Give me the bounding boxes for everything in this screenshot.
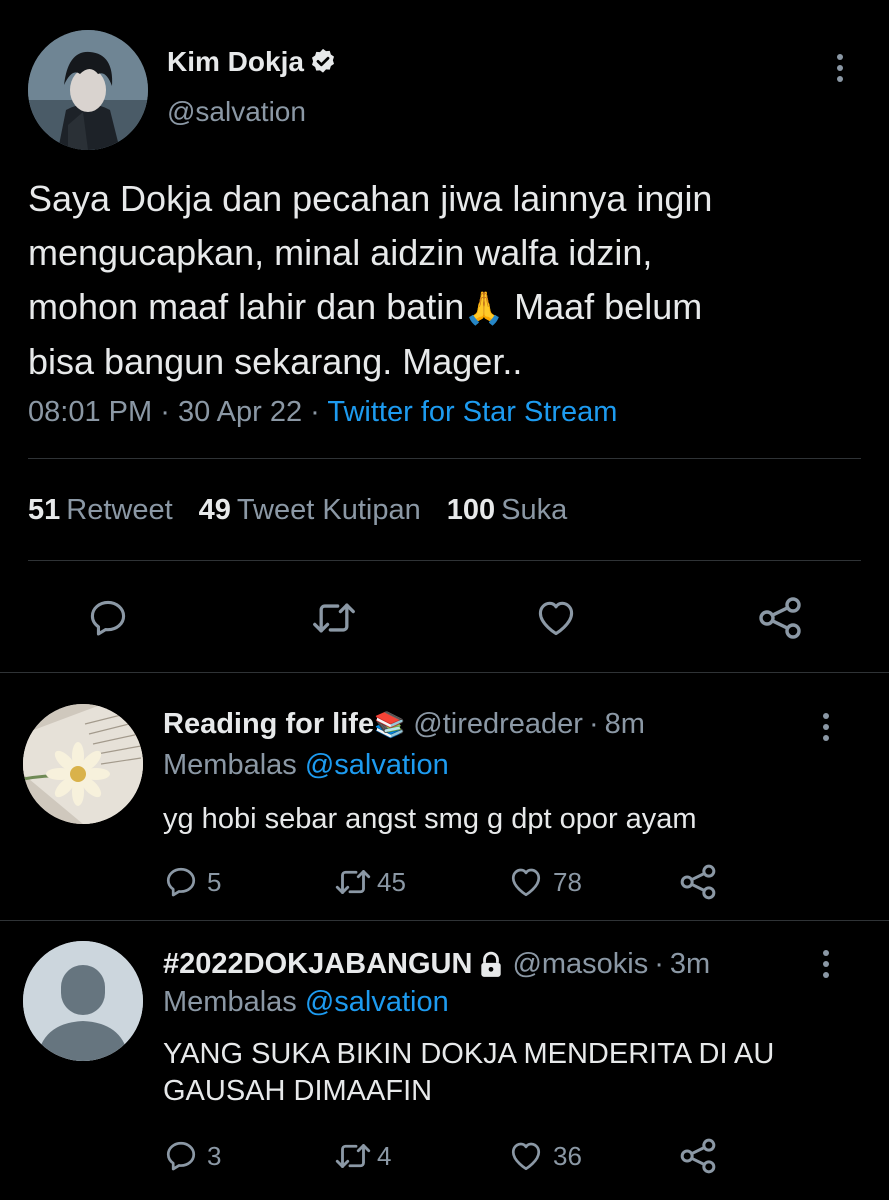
author-name-row: Kim Dokja [167, 46, 338, 78]
reply-time: 8m [604, 708, 645, 740]
books-emoji: 📚 [374, 711, 406, 739]
quotes-count[interactable]: 49 [199, 494, 231, 526]
retweet-button[interactable]: 4 [333, 1138, 391, 1174]
retweet-count: 45 [377, 866, 406, 897]
pray-emoji: 🙏 [464, 290, 505, 326]
reply-button[interactable]: 3 [163, 1138, 221, 1174]
like-icon [511, 1142, 541, 1171]
retweet-icon [335, 870, 371, 894]
share-icon [680, 864, 716, 900]
reply-header: #2022DOKJABANGUN @masokis · 3m [163, 948, 710, 981]
meta-separator: · [160, 396, 170, 428]
retweet-icon [335, 1144, 371, 1168]
tweet-time: 08:01 PM [28, 396, 153, 428]
share-button[interactable] [678, 1136, 718, 1176]
reply-button[interactable]: 5 [163, 864, 221, 900]
reply-author-name[interactable]: #2022DOKJABANGUN [163, 948, 472, 981]
reply-icon [166, 867, 196, 897]
replying-to-handle[interactable]: @salvation [305, 986, 449, 1018]
tweet-stats: 51 Retweet 49 Tweet Kutipan 100 Suka [28, 494, 573, 527]
divider [28, 560, 861, 561]
retweets-label[interactable]: Retweet [66, 494, 172, 526]
like-icon [511, 868, 541, 897]
likes-label[interactable]: Suka [501, 494, 567, 526]
reply-button[interactable] [86, 596, 130, 640]
divider [28, 458, 861, 459]
verified-icon [308, 47, 338, 77]
reply-text-line: yg hobi sebar angst smg g dpt opor ayam [163, 803, 697, 835]
like-count: 36 [553, 1140, 582, 1171]
replying-to-prefix: Membalas [163, 749, 297, 781]
tweet-text-line: mengucapkan, minal aidzin walfa idzin, [28, 232, 653, 273]
author-handle[interactable]: @salvation [167, 96, 306, 128]
tweet-text-line: mohon maaf lahir dan batin🙏 Maaf belum [28, 280, 868, 335]
reply-author-handle[interactable]: @tiredreader [413, 708, 583, 740]
divider [0, 672, 889, 673]
divider [0, 920, 889, 921]
reply-avatar[interactable] [23, 941, 143, 1061]
retweet-button[interactable] [309, 596, 359, 640]
retweet-button[interactable]: 45 [333, 864, 406, 900]
reply-avatar[interactable] [23, 704, 143, 824]
author-name[interactable]: Kim Dokja [167, 46, 304, 78]
like-icon [538, 601, 574, 636]
tweet-text: Saya Dokja dan pecahan jiwa lainnya ingi… [28, 172, 868, 389]
replying-to-prefix: Membalas [163, 986, 297, 1018]
tweet-text-line: Saya Dokja dan pecahan jiwa lainnya ingi… [28, 178, 713, 219]
tweet-text-part: Maaf belum [504, 286, 703, 327]
meta-separator: · [654, 948, 664, 980]
retweets-count[interactable]: 51 [28, 494, 60, 526]
quotes-label[interactable]: Tweet Kutipan [237, 494, 421, 526]
reply-author-handle[interactable]: @masokis [512, 948, 648, 981]
author-avatar[interactable] [28, 30, 148, 150]
reply-header: Reading for life📚 @tiredreader · 8m [163, 708, 645, 741]
reply-text-line: GAUSAH DIMAAFIN [163, 1075, 433, 1107]
reply-count: 3 [207, 1140, 222, 1171]
reply-icon [90, 600, 126, 636]
reply-text: yg hobi sebar angst smg g dpt opor ayam [163, 800, 697, 838]
tweet-meta: 08:01 PM · 30 Apr 22 · Twitter for Star … [28, 396, 617, 429]
reply-count: 5 [207, 866, 222, 897]
reply-text-line: YANG SUKA BIKIN DOKJA MENDERITA DI AU [163, 1038, 775, 1070]
retweet-count: 4 [377, 1140, 392, 1171]
more-icon[interactable] [835, 54, 845, 82]
default-avatar-icon [23, 941, 143, 1061]
share-button[interactable] [678, 862, 718, 902]
more-icon[interactable] [821, 950, 831, 978]
reply-icon [166, 1141, 196, 1171]
retweet-icon [313, 603, 355, 633]
replying-to: Membalas @salvation [163, 749, 449, 782]
replying-to-handle[interactable]: @salvation [305, 749, 449, 781]
like-button[interactable]: 36 [507, 1138, 582, 1174]
reply-time: 3m [669, 948, 711, 980]
tweet-text-part: mohon maaf lahir dan batin [28, 286, 465, 327]
like-button[interactable] [533, 596, 579, 640]
meta-separator: · [310, 396, 320, 428]
tweet-source-link[interactable]: Twitter for Star Stream [327, 396, 617, 428]
tweet-date: 30 Apr 22 [177, 396, 303, 428]
likes-count[interactable]: 100 [447, 494, 495, 526]
like-count: 78 [553, 866, 582, 897]
share-icon [759, 597, 801, 639]
meta-separator: · [588, 708, 599, 740]
like-button[interactable]: 78 [507, 864, 582, 900]
reply-text: YANG SUKA BIKIN DOKJA MENDERITA DI AU GA… [163, 1036, 774, 1110]
replying-to: Membalas @salvation [163, 986, 449, 1019]
tweet-text-line: bisa bangun sekarang. Mager.. [28, 341, 523, 382]
reply-author-name[interactable]: Reading for life [163, 708, 374, 740]
share-icon [680, 1138, 716, 1174]
lock-icon [478, 951, 504, 979]
more-icon[interactable] [821, 713, 831, 741]
share-button[interactable] [756, 594, 804, 642]
